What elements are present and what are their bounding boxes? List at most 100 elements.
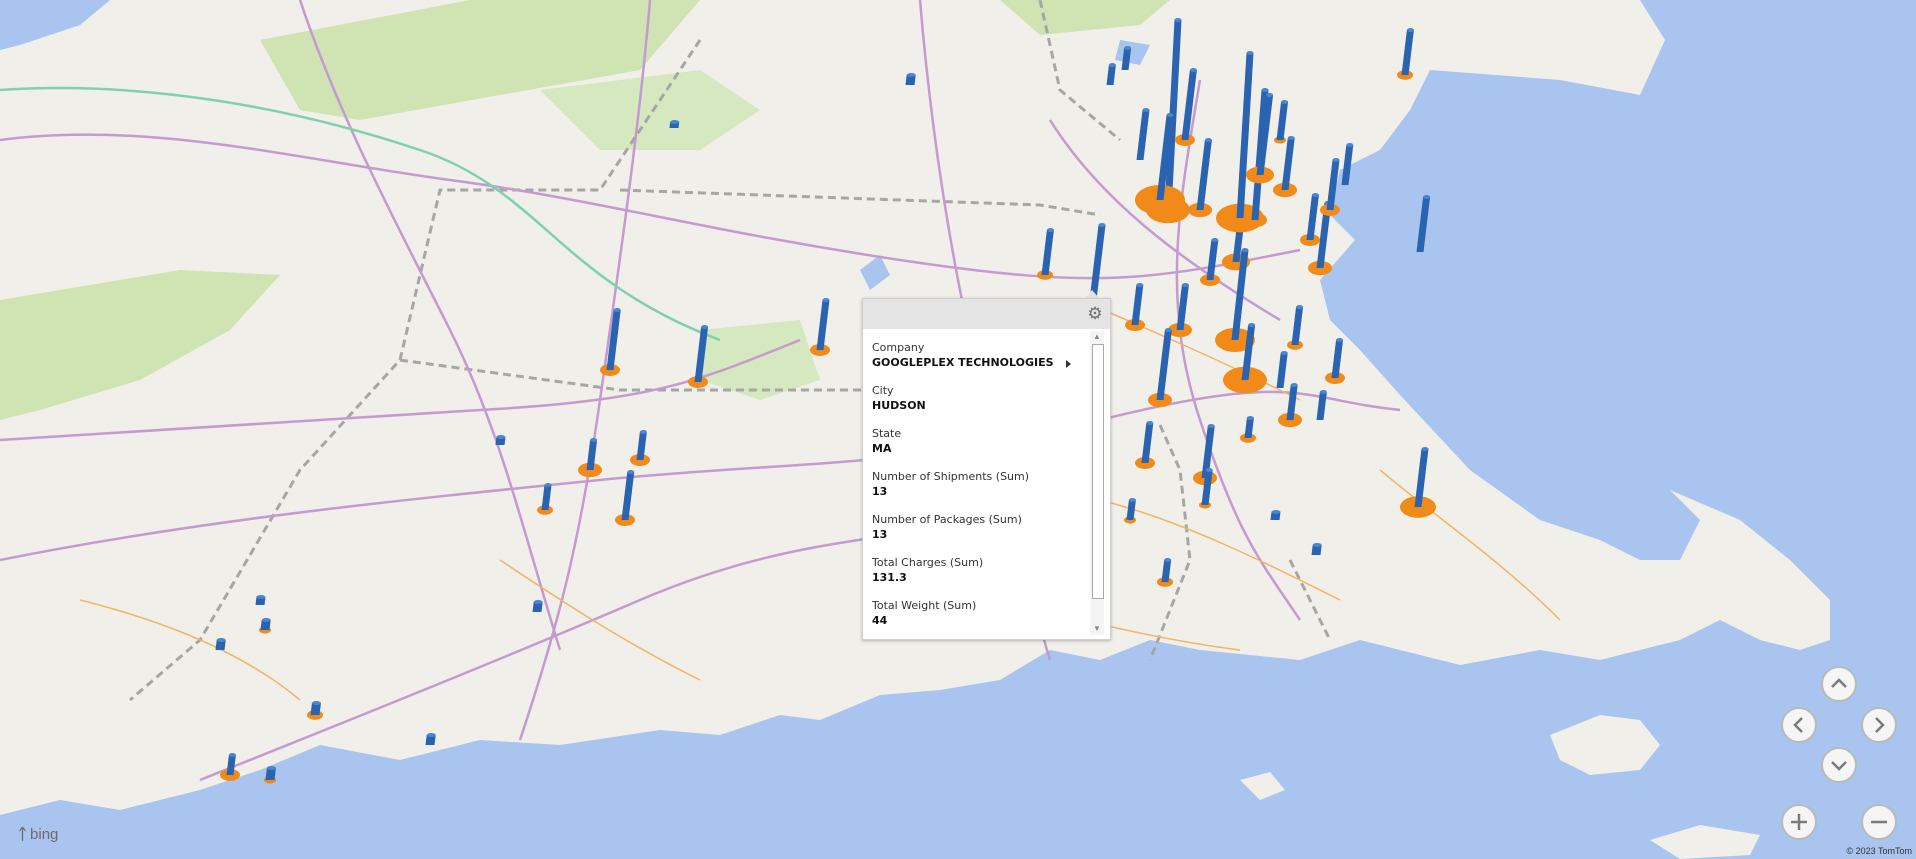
field-company: Company GOOGLEPLEX TECHNOLOGIES — [872, 341, 1082, 370]
data-column-top — [1346, 143, 1354, 147]
data-column-top — [639, 430, 647, 434]
data-column-top — [1098, 223, 1106, 227]
bing-b-icon: ᛏ — [18, 826, 28, 843]
data-card-fields: Company GOOGLEPLEX TECHNOLOGIES City HUD… — [872, 341, 1082, 642]
pan-down-button[interactable] — [1821, 747, 1857, 783]
data-column-top — [1406, 28, 1414, 32]
data-column-top — [1108, 63, 1116, 67]
field-label: State — [872, 427, 902, 440]
field-value: GOOGLEPLEX TECHNOLOGIES — [872, 356, 1054, 369]
data-column-top — [1246, 416, 1254, 420]
minus-icon — [1871, 820, 1887, 824]
data-column-top — [1421, 447, 1429, 451]
data-column-top — [1248, 323, 1256, 327]
field-value: 44 — [872, 614, 888, 627]
zoom-out-button[interactable] — [1861, 804, 1897, 840]
field-label: Total Charges (Sum) — [872, 556, 984, 569]
data-column-top — [1136, 283, 1144, 287]
field-label: Total Weight (Sum) — [872, 599, 977, 612]
data-column-top — [1271, 510, 1281, 514]
field-label: City — [872, 384, 894, 397]
gear-icon[interactable]: ⚙ — [1087, 305, 1103, 322]
data-column-top — [1181, 283, 1189, 287]
data-column-top — [1189, 68, 1197, 72]
data-column-top — [1204, 138, 1212, 142]
data-column-top — [533, 600, 543, 604]
chevron-right-icon — [1875, 717, 1885, 733]
data-column-top — [228, 753, 236, 757]
data-column-top — [256, 595, 266, 599]
data-column-top — [1142, 108, 1150, 112]
data-column-top — [1241, 248, 1249, 252]
data-column-top — [1246, 51, 1254, 55]
data-column-top — [1423, 195, 1431, 199]
data-column-top — [261, 618, 271, 622]
data-column-top — [1332, 158, 1340, 162]
chevron-down-icon — [1831, 761, 1847, 771]
field-charges: Total Charges (Sum) 131.3 — [872, 556, 1082, 585]
data-column-top — [1205, 468, 1213, 472]
data-column-top — [1261, 88, 1269, 92]
data-column-top — [1287, 136, 1295, 140]
data-column-top — [216, 638, 226, 642]
data-column-top — [822, 298, 830, 302]
field-label: Number of Packages (Sum) — [872, 513, 1022, 526]
data-column-top — [1046, 228, 1054, 232]
data-column-top — [1311, 193, 1319, 197]
field-state: State MA — [872, 427, 1082, 456]
scroll-down-icon[interactable]: ▼ — [1090, 623, 1104, 635]
data-column-top — [1319, 390, 1327, 394]
pan-right-button[interactable] — [1861, 707, 1897, 743]
chevron-up-icon — [1831, 678, 1847, 688]
field-packages: Number of Packages (Sum) 13 — [872, 513, 1082, 542]
expand-arrow-icon[interactable] — [1066, 360, 1071, 368]
data-column-top — [1280, 351, 1288, 355]
field-weight: Total Weight (Sum) 44 — [872, 599, 1082, 628]
data-column-top — [1146, 421, 1154, 425]
field-value: MA — [872, 442, 892, 455]
scroll-up-icon[interactable]: ▲ — [1090, 331, 1104, 343]
chevron-left-icon — [1793, 717, 1803, 733]
copyright-notice: © 2023 TomTom — [1846, 846, 1913, 856]
data-column-top — [1128, 498, 1136, 502]
pan-up-button[interactable] — [1821, 666, 1857, 702]
field-value: 13 — [872, 528, 888, 541]
data-column-top — [1290, 383, 1298, 387]
data-column-top — [906, 73, 916, 77]
field-shipments: Number of Shipments (Sum) 13 — [872, 470, 1082, 499]
bing-logo: ᛏ bing — [18, 826, 58, 843]
data-column-top — [1124, 46, 1132, 50]
zoom-in-button[interactable] — [1781, 804, 1817, 840]
data-column-top — [1312, 543, 1322, 547]
data-column-top — [1281, 100, 1289, 104]
bing-wordmark: bing — [30, 826, 59, 843]
field-city: City HUDSON — [872, 384, 1082, 413]
data-column-top — [1296, 305, 1304, 309]
data-column-top — [1336, 338, 1344, 342]
data-column-top — [311, 701, 321, 705]
pan-left-button[interactable] — [1781, 707, 1817, 743]
data-column-top — [1164, 558, 1172, 562]
data-column-top — [496, 435, 506, 439]
data-column-top — [590, 438, 598, 442]
data-column-top — [701, 325, 709, 329]
data-column-top — [1166, 113, 1174, 117]
data-column-top — [426, 733, 436, 737]
data-column-top — [1211, 238, 1219, 242]
field-value: 131.3 — [872, 571, 907, 584]
plus-icon — [1791, 814, 1807, 830]
field-label: Number of Shipments (Sum) — [872, 470, 1030, 483]
data-card-header — [863, 299, 1110, 329]
field-label: Company — [872, 341, 925, 354]
data-column-top — [266, 766, 276, 770]
data-column-top — [1164, 328, 1172, 332]
data-card: ⚙ Company GOOGLEPLEX TECHNOLOGIES City H… — [862, 298, 1111, 640]
data-column-top — [1266, 93, 1274, 97]
data-column-top — [627, 470, 635, 474]
data-column-top — [1207, 424, 1215, 428]
data-column-top — [613, 308, 621, 312]
data-column-top — [1174, 18, 1182, 22]
field-value: HUDSON — [872, 399, 926, 412]
scrollbar-thumb[interactable] — [1092, 344, 1104, 599]
field-value: 13 — [872, 485, 888, 498]
